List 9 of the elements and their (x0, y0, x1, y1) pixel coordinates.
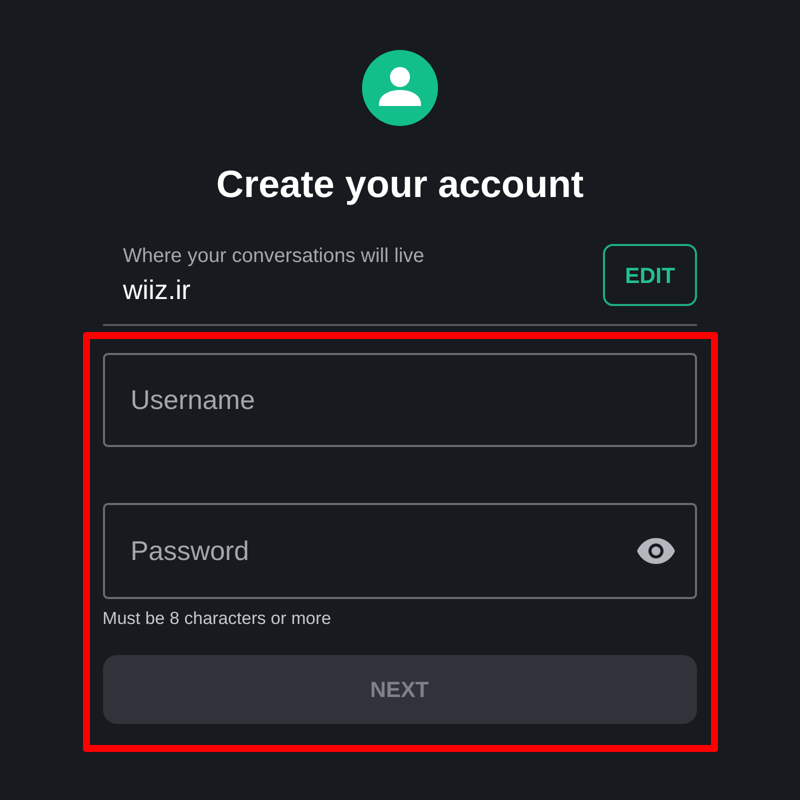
eye-icon[interactable] (636, 538, 674, 564)
server-label: Where your conversations will live (123, 244, 424, 268)
username-field[interactable]: Username (102, 353, 696, 447)
helper-text: Must be 8 characters or more (102, 608, 332, 629)
avatar-icon (362, 50, 438, 126)
server-name: wiiz.ir (123, 274, 192, 306)
password-field[interactable]: Password (102, 503, 696, 599)
edit-button[interactable]: EDIT (603, 244, 697, 306)
page-title: Create your account (216, 163, 584, 208)
